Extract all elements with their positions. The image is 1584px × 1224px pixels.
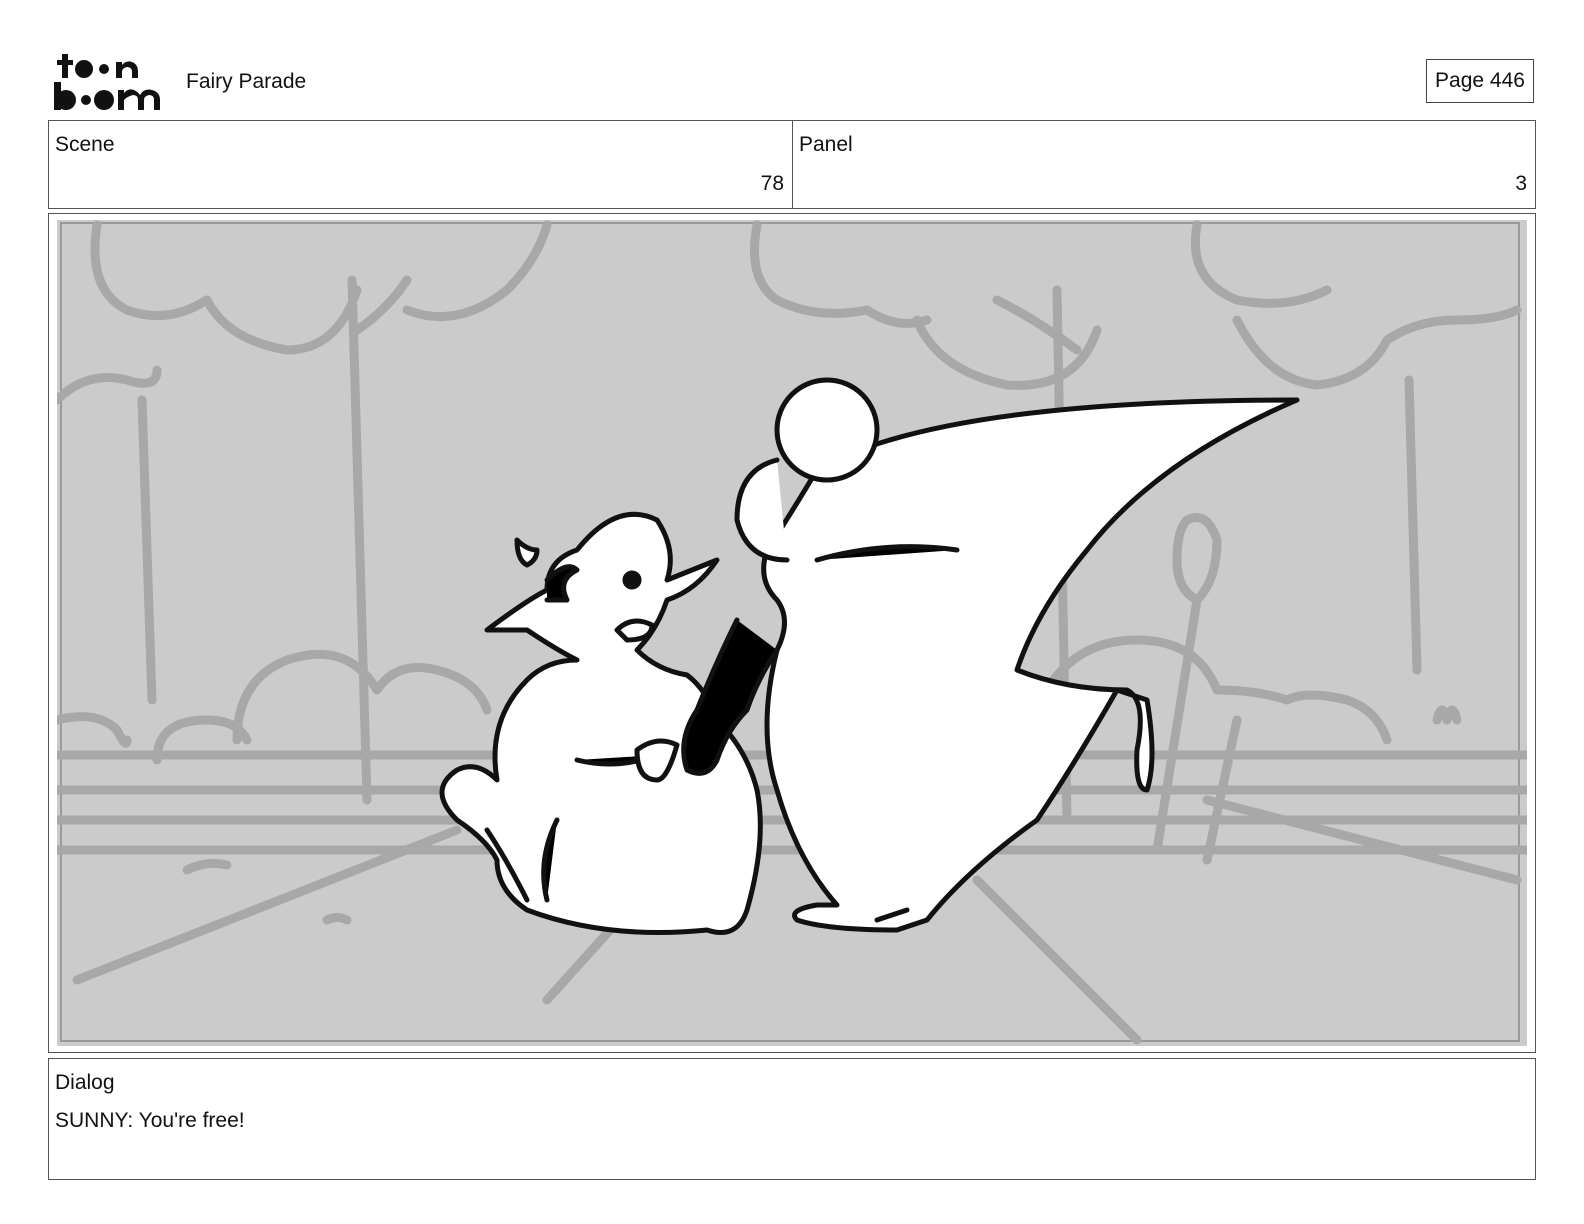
scene-panel-row: Scene 78 Panel 3 — [48, 120, 1536, 209]
scene-cell: Scene 78 — [49, 121, 793, 208]
scene-number: 78 — [760, 172, 784, 195]
dialog-text: SUNNY: You're free! — [55, 1109, 245, 1132]
storyboard-frame — [48, 213, 1536, 1053]
dialog-box: Dialog SUNNY: You're free! — [48, 1058, 1536, 1180]
scene-label: Scene — [55, 133, 115, 156]
page-number: Page 446 — [1426, 59, 1534, 103]
panel-cell: Panel 3 — [793, 121, 1535, 208]
dialog-label: Dialog — [55, 1071, 115, 1094]
panel-number: 3 — [1515, 172, 1527, 195]
storyboard-drawing — [52, 220, 1532, 1046]
project-title: Fairy Parade — [186, 70, 307, 93]
toon-boom-logo — [52, 50, 164, 112]
panel-label: Panel — [799, 133, 853, 156]
